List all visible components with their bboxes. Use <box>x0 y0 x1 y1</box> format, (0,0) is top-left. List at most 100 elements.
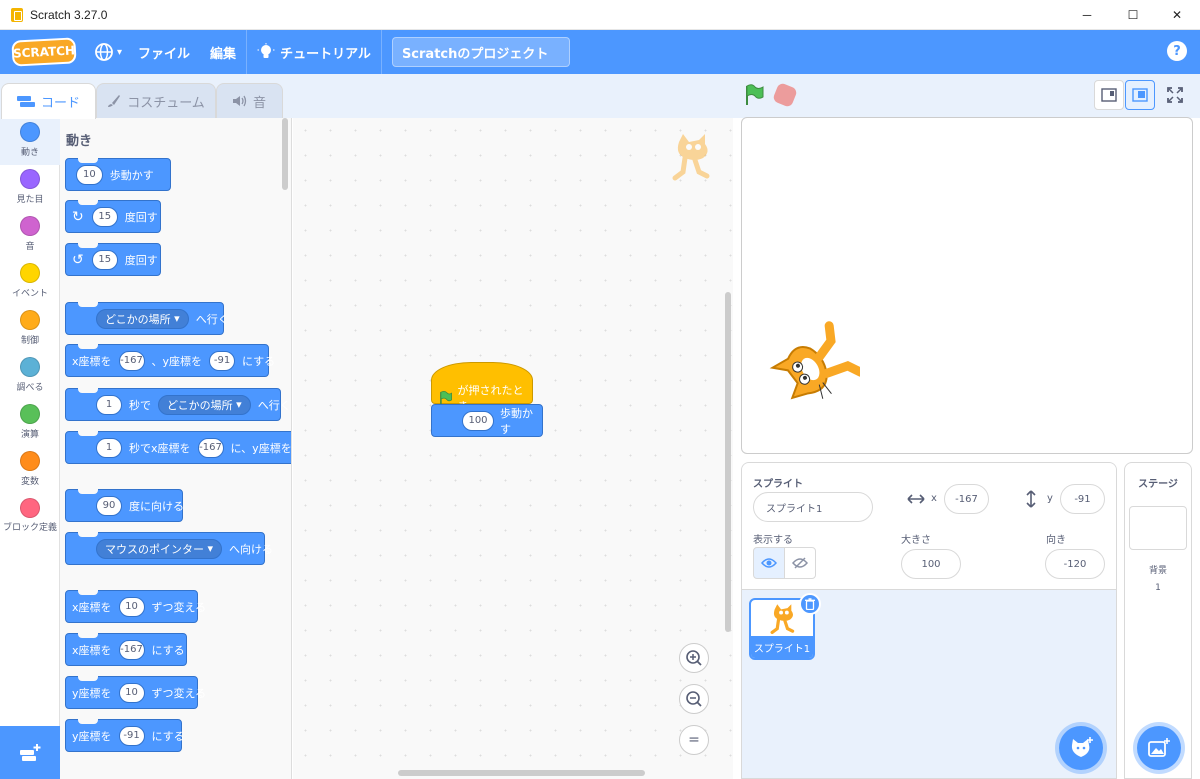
event-when-flag-clicked-block[interactable]: が押されたとき <box>431 362 533 413</box>
tab-costumes[interactable]: コスチューム <box>96 83 216 118</box>
minimize-button[interactable]: ─ <box>1064 0 1110 30</box>
set-y-input[interactable]: -91 <box>118 725 145 746</box>
workspace-move-steps-input[interactable]: 100 <box>462 410 494 431</box>
block-change-y[interactable]: y座標を 10 ずつ変える <box>65 676 206 709</box>
block-turn-right[interactable]: ↻ 15 度回す <box>65 200 161 233</box>
small-stage-button[interactable] <box>1094 80 1124 110</box>
category-motion[interactable]: 動き <box>0 118 60 165</box>
hide-sprite-button[interactable] <box>784 547 816 579</box>
tab-sounds[interactable]: 音 <box>216 83 283 118</box>
size-input[interactable]: 100 <box>901 549 961 579</box>
green-flag-icon[interactable] <box>744 84 766 106</box>
goto-target-dropdown[interactable]: どこかの場所 ▾ <box>96 308 189 329</box>
category-my-blocks[interactable]: ブロック定義 <box>0 494 60 554</box>
speaker-icon <box>232 95 247 107</box>
maximize-button[interactable]: ☐ <box>1110 0 1156 30</box>
glide-xy-secs-input[interactable]: 1 <box>96 437 122 458</box>
block-point-towards[interactable]: マウスのポインター ▾ へ向ける <box>65 532 273 565</box>
choose-backdrop-button[interactable] <box>1137 726 1181 770</box>
scratch-logo[interactable]: SCRATCH <box>11 37 77 67</box>
small-stage-icon <box>1101 88 1117 102</box>
category-control[interactable]: 制御 <box>0 306 60 353</box>
turn-left-input[interactable]: 15 <box>91 249 118 270</box>
file-menu[interactable]: ファイル <box>128 30 200 74</box>
language-menu[interactable]: ▾ <box>88 30 128 74</box>
point-towards-dropdown[interactable]: マウスのポインター ▾ <box>96 538 223 559</box>
turn-right-input[interactable]: 15 <box>91 206 118 227</box>
block-goto[interactable]: どこかの場所 ▾ へ行く <box>65 302 229 335</box>
set-x-input[interactable]: -167 <box>118 639 145 660</box>
category-variables[interactable]: 変数 <box>0 447 60 494</box>
block-text: 度に向ける <box>129 499 184 513</box>
y-position-input[interactable]: -91 <box>1060 484 1105 514</box>
goto-y-input[interactable]: -91 <box>209 350 236 371</box>
show-sprite-button[interactable] <box>753 547 785 579</box>
block-text: に、y座標を <box>230 441 292 455</box>
x-position-input[interactable]: -167 <box>944 484 989 514</box>
block-glide-xy[interactable]: 1 秒でx座標を -167 に、y座標を <box>65 431 292 464</box>
change-y-input[interactable]: 10 <box>118 682 145 703</box>
move-steps-block[interactable]: 100 歩動かす <box>431 404 543 437</box>
paintbrush-icon <box>108 95 121 107</box>
zoom-out-button[interactable] <box>679 684 709 714</box>
stop-icon[interactable] <box>771 81 799 109</box>
palette-scrollbar[interactable] <box>282 118 288 190</box>
help-icon[interactable]: ? <box>1167 41 1187 61</box>
zoom-in-button[interactable] <box>679 643 709 673</box>
glide-x-input[interactable]: -167 <box>197 437 224 458</box>
glide-target-dropdown[interactable]: どこかの場所 ▾ <box>158 394 251 415</box>
stage-canvas[interactable] <box>741 117 1193 454</box>
goto-x-input[interactable]: -167 <box>118 350 145 371</box>
block-text: 歩動かす <box>109 168 154 182</box>
block-goto-xy[interactable]: x座標を -167 、y座標を -91 にする <box>65 344 275 377</box>
horizontal-arrows-icon <box>907 494 925 504</box>
workspace-vertical-scrollbar[interactable] <box>725 292 731 632</box>
category-looks[interactable]: 見た目 <box>0 165 60 212</box>
block-move-steps[interactable]: 10 歩動かす <box>65 158 171 191</box>
category-operators[interactable]: 演算 <box>0 400 60 447</box>
sprite-pane: スプライト スプライト1 x -167 y -91 表示する 大きさ 100 向… <box>741 462 1117 779</box>
tutorials-button[interactable]: チュートリアル <box>247 30 381 74</box>
block-set-y[interactable]: y座標を -91 にする <box>65 719 185 752</box>
block-set-x[interactable]: x座標を -167 にする <box>65 633 187 666</box>
cat-sprite[interactable] <box>764 314 860 422</box>
add-backdrop-icon <box>1148 738 1170 757</box>
tab-code[interactable]: コード <box>1 83 96 119</box>
workspace-horizontal-scrollbar[interactable] <box>398 770 645 776</box>
delete-sprite-button[interactable] <box>799 593 821 615</box>
rotate-right-icon: ↻ <box>72 208 84 225</box>
block-point-in-direction[interactable]: 90 度に向ける <box>65 489 184 522</box>
zoom-out-icon <box>686 691 702 707</box>
category-sensing[interactable]: 調べる <box>0 353 60 400</box>
edit-menu[interactable]: 編集 <box>200 30 246 74</box>
code-blocks-icon <box>16 95 35 107</box>
direction-input[interactable]: 90 <box>96 495 122 516</box>
choose-sprite-button[interactable] <box>1059 726 1103 770</box>
globe-icon <box>95 43 113 61</box>
add-extension-button[interactable] <box>0 726 60 779</box>
code-workspace[interactable]: が押されたとき 100 歩動かす = <box>293 118 733 779</box>
project-title-input[interactable]: Scratchのプロジェクト <box>391 37 570 67</box>
sprite-name-input[interactable]: スプライト1 <box>753 492 873 522</box>
category-events[interactable]: イベント <box>0 259 60 306</box>
glide-secs-input[interactable]: 1 <box>96 394 122 415</box>
stage-selector-pane[interactable]: ステージ 背景 1 <box>1124 462 1192 779</box>
block-text: へ行く <box>195 312 229 326</box>
zoom-reset-button[interactable]: = <box>679 725 709 755</box>
block-text: 秒でx座標を <box>129 441 191 455</box>
change-x-input[interactable]: 10 <box>118 596 145 617</box>
fullscreen-button[interactable] <box>1160 80 1190 110</box>
stage-thumbnail[interactable] <box>1129 506 1187 550</box>
large-stage-button[interactable] <box>1125 80 1155 110</box>
close-button[interactable]: ✕ <box>1154 0 1200 30</box>
move-steps-input[interactable]: 10 <box>76 164 103 185</box>
large-stage-icon <box>1132 88 1148 102</box>
category-sound[interactable]: 音 <box>0 212 60 259</box>
tab-costumes-label: コスチューム <box>127 95 205 111</box>
fullscreen-icon <box>1167 87 1183 103</box>
block-change-x[interactable]: x座標を 10 ずつ変える <box>65 590 206 623</box>
category-sensing-dot <box>20 357 40 377</box>
block-turn-left[interactable]: ↺ 15 度回す <box>65 243 161 276</box>
direction-input[interactable]: -120 <box>1045 549 1105 579</box>
block-glide[interactable]: 1 秒で どこかの場所 ▾ へ行く <box>65 388 291 421</box>
